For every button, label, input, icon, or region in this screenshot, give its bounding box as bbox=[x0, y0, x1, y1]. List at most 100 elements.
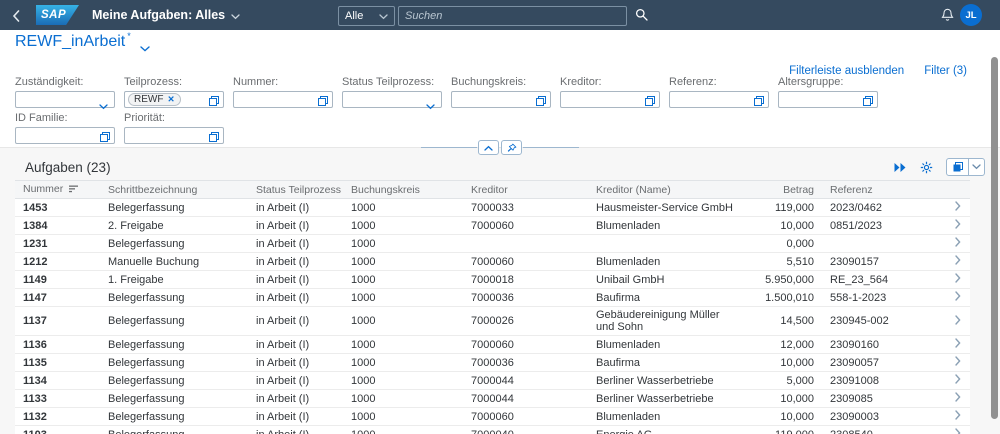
table-row[interactable]: 1212Manuelle Buchungin Arbeit (I)1000700… bbox=[15, 253, 970, 271]
table-row[interactable]: 1133Belegerfassungin Arbeit (I)100070000… bbox=[15, 390, 970, 408]
notifications-bell-icon[interactable] bbox=[941, 8, 954, 27]
search-scope-select[interactable]: Alle bbox=[338, 6, 395, 26]
filter-input-priorit-t[interactable] bbox=[124, 127, 224, 144]
filter-field-id-familie: ID Familie: bbox=[15, 112, 115, 144]
sort-icon[interactable] bbox=[69, 184, 79, 196]
cell-kreditor bbox=[463, 235, 588, 253]
token-remove-icon[interactable]: ✕ bbox=[167, 94, 174, 105]
chevron-down-icon[interactable] bbox=[99, 97, 108, 115]
collapse-filterbar-button[interactable] bbox=[478, 140, 499, 155]
export-menu-chevron-icon[interactable] bbox=[968, 159, 984, 175]
filter-input-zust-ndigkeit[interactable] bbox=[15, 91, 115, 108]
chevron-right-icon[interactable] bbox=[955, 256, 961, 268]
table-row[interactable]: 1137Belegerfassungin Arbeit (I)100070000… bbox=[15, 307, 970, 336]
divider bbox=[421, 147, 477, 148]
table-row[interactable]: 11491. Freigabein Arbeit (I)10007000018U… bbox=[15, 271, 970, 289]
row-navigation-cell bbox=[930, 408, 970, 426]
table-row[interactable]: 1135Belegerfassungin Arbeit (I)100070000… bbox=[15, 354, 970, 372]
cell-bukrs: 1000 bbox=[343, 336, 463, 354]
chevron-right-icon[interactable] bbox=[955, 292, 961, 304]
chevron-down-icon bbox=[231, 9, 240, 23]
filters-dialog-link[interactable]: Filter (3) bbox=[924, 65, 967, 77]
export-spreadsheet-icon[interactable] bbox=[947, 159, 968, 175]
filter-input-kreditor[interactable] bbox=[560, 91, 660, 108]
column-header-nummer[interactable]: Nummer bbox=[15, 181, 100, 199]
search-input[interactable] bbox=[398, 6, 627, 26]
user-avatar[interactable]: JL bbox=[960, 4, 982, 26]
table-row[interactable]: 1132Belegerfassungin Arbeit (I)100070000… bbox=[15, 408, 970, 426]
chevron-right-icon[interactable] bbox=[955, 357, 961, 369]
chevron-right-icon[interactable] bbox=[955, 220, 961, 232]
filter-token[interactable]: REWF✕ bbox=[128, 93, 181, 106]
cell-name: Berliner Wasserbetriebe bbox=[588, 372, 745, 390]
value-help-icon[interactable] bbox=[317, 94, 329, 112]
value-help-icon[interactable] bbox=[99, 130, 111, 148]
cell-schritt: 1. Freigabe bbox=[100, 271, 248, 289]
table-row[interactable]: 1136Belegerfassungin Arbeit (I)100070000… bbox=[15, 336, 970, 354]
search-scope-value: Alle bbox=[345, 10, 363, 22]
variant-selector[interactable]: REWF_inArbeit * bbox=[15, 33, 150, 57]
value-help-icon[interactable] bbox=[208, 94, 220, 112]
cell-name: Energie AG bbox=[588, 426, 745, 434]
filter-input-teilprozess[interactable]: REWF✕ bbox=[124, 91, 224, 108]
filter-input-nummer[interactable] bbox=[233, 91, 333, 108]
table-row[interactable]: 1453Belegerfassungin Arbeit (I)100070000… bbox=[15, 199, 970, 217]
pin-filterbar-button[interactable] bbox=[501, 140, 522, 155]
cell-bukrs: 1000 bbox=[343, 354, 463, 372]
search-icon[interactable] bbox=[635, 8, 648, 26]
value-help-icon[interactable] bbox=[644, 94, 656, 112]
column-header-referenz[interactable]: Referenz bbox=[822, 181, 930, 199]
chevron-down-icon[interactable] bbox=[426, 97, 435, 115]
cell-name: Blumenladen bbox=[588, 336, 745, 354]
table-row[interactable]: 1134Belegerfassungin Arbeit (I)100070000… bbox=[15, 372, 970, 390]
cell-betrag: 5.950,000 bbox=[745, 271, 822, 289]
chevron-right-icon[interactable] bbox=[955, 375, 961, 387]
vertical-scrollbar[interactable] bbox=[991, 57, 998, 419]
column-header-label: Kreditor (Name) bbox=[596, 184, 671, 196]
cell-bukrs: 1000 bbox=[343, 426, 463, 434]
settings-gear-icon[interactable] bbox=[920, 161, 933, 174]
filter-input-altersgruppe[interactable] bbox=[778, 91, 878, 108]
cell-betrag: 0,000 bbox=[745, 235, 822, 253]
back-icon[interactable] bbox=[12, 9, 20, 27]
column-header-schrittbezeichnung[interactable]: Schrittbezeichnung bbox=[100, 181, 248, 199]
row-navigation-cell bbox=[930, 253, 970, 271]
column-header-betrag[interactable]: Betrag bbox=[745, 181, 822, 199]
filter-input-status-teilprozess[interactable] bbox=[342, 91, 442, 108]
value-help-icon[interactable] bbox=[753, 94, 765, 112]
filter-input-buchungskreis[interactable] bbox=[451, 91, 551, 108]
column-header-kreditor[interactable]: Kreditor bbox=[463, 181, 588, 199]
chevron-right-icon[interactable] bbox=[955, 393, 961, 405]
filter-input-id-familie[interactable] bbox=[15, 127, 115, 144]
value-help-icon[interactable] bbox=[862, 94, 874, 112]
chevron-right-icon[interactable] bbox=[955, 429, 961, 434]
chevron-right-icon[interactable] bbox=[955, 411, 961, 423]
table-row[interactable]: 1103Belegerfassungin Arbeit (I)100070000… bbox=[15, 426, 970, 434]
column-header-buchungskreis[interactable]: Buchungskreis bbox=[343, 181, 463, 199]
column-header-status-teilprozess[interactable]: Status Teilprozess bbox=[248, 181, 343, 199]
cell-bukrs: 1000 bbox=[343, 235, 463, 253]
app-title-menu[interactable]: Meine Aufgaben: Alles bbox=[92, 0, 240, 30]
row-navigation-cell bbox=[930, 336, 970, 354]
filter-input-referenz[interactable] bbox=[669, 91, 769, 108]
hide-filterbar-link[interactable]: Filterleiste ausblenden bbox=[789, 65, 904, 77]
chevron-right-icon[interactable] bbox=[955, 274, 961, 286]
chevron-right-icon[interactable] bbox=[955, 339, 961, 351]
chevron-right-icon[interactable] bbox=[955, 202, 961, 214]
table-row[interactable]: 1147Belegerfassungin Arbeit (I)100070000… bbox=[15, 289, 970, 307]
table-row[interactable]: 1231Belegerfassungin Arbeit (I)10000,000 bbox=[15, 235, 970, 253]
table-row[interactable]: 13842. Freigabein Arbeit (I)10007000060B… bbox=[15, 217, 970, 235]
value-help-icon[interactable] bbox=[208, 130, 220, 148]
cell-bukrs: 1000 bbox=[343, 307, 463, 336]
cell-nummer: 1136 bbox=[15, 336, 100, 354]
cell-name: Blumenladen bbox=[588, 408, 745, 426]
filter-field-label: Teilprozess: bbox=[124, 76, 224, 88]
forward-all-icon[interactable] bbox=[893, 162, 907, 173]
column-header-label: Schrittbezeichnung bbox=[108, 184, 197, 196]
chevron-right-icon[interactable] bbox=[955, 238, 961, 250]
row-navigation-cell bbox=[930, 307, 970, 336]
cell-nummer: 1137 bbox=[15, 307, 100, 336]
column-header-kreditor-name[interactable]: Kreditor (Name) bbox=[588, 181, 745, 199]
value-help-icon[interactable] bbox=[535, 94, 547, 112]
chevron-right-icon[interactable] bbox=[955, 316, 961, 328]
